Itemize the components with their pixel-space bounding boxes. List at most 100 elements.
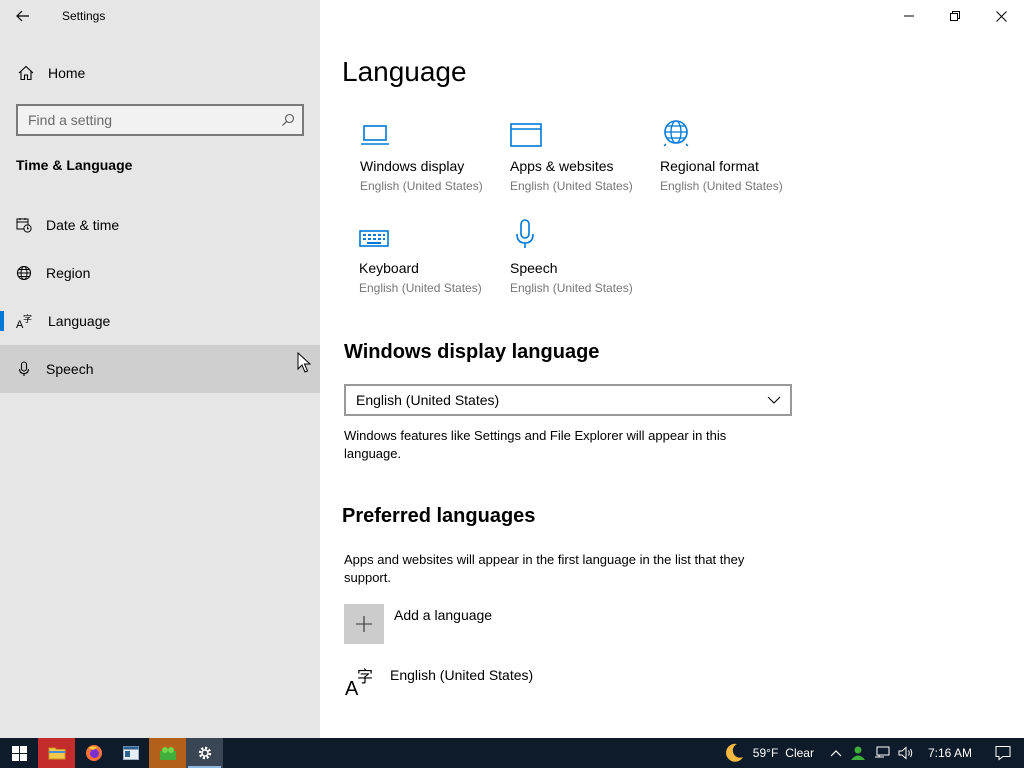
language-name: English (United States): [390, 667, 534, 683]
weather-condition: Clear: [785, 746, 814, 760]
sidebar-item-label: Region: [46, 265, 91, 281]
window-app-icon: [122, 746, 139, 760]
calendar-clock-icon: [16, 218, 32, 233]
taskbar-firefox[interactable]: [75, 738, 112, 768]
weather-temp: 59°F: [752, 746, 779, 760]
back-button[interactable]: [0, 0, 46, 32]
system-tray: 59°F Clear 7:16 AM: [719, 738, 1024, 768]
tray-volume-icon[interactable]: [894, 738, 918, 768]
taskbar: 59°F Clear 7:16 AM: [0, 738, 1024, 768]
tile-name: Regional format: [660, 158, 759, 174]
firefox-icon: [85, 745, 102, 761]
svg-text:字: 字: [23, 313, 32, 325]
tile-speech[interactable]: Speech English (United States): [510, 214, 660, 306]
notification-icon: [995, 746, 1011, 761]
home-icon: [18, 65, 34, 81]
tile-subtitle: English (United States): [360, 179, 483, 193]
restore-icon: [950, 11, 960, 21]
close-button[interactable]: [978, 0, 1024, 32]
volume-icon: [898, 746, 913, 760]
tile-name: Keyboard: [359, 260, 419, 276]
action-center-button[interactable]: [982, 738, 1024, 768]
sidebar-item-label: Date & time: [46, 217, 120, 233]
sidebar-item-language[interactable]: A字 Language: [0, 297, 320, 345]
microphone-icon: [516, 219, 534, 248]
tile-name: Apps & websites: [510, 158, 614, 174]
add-language-label: Add a language: [394, 607, 493, 623]
taskbar-app-window[interactable]: [112, 738, 149, 768]
taskbar-settings[interactable]: [186, 738, 223, 768]
moon-icon: [725, 743, 743, 762]
search-box[interactable]: [16, 104, 304, 136]
title-bar: Settings: [0, 0, 320, 32]
tray-network-icon[interactable]: [870, 738, 894, 768]
game-app-icon: [159, 747, 176, 760]
gear-icon: [198, 746, 211, 760]
search-input[interactable]: [28, 112, 274, 128]
language-list-item[interactable]: A字 English (United States): [344, 664, 533, 698]
selection-indicator: [0, 311, 4, 331]
preferred-languages-description: Apps and websites will appear in the fir…: [344, 552, 745, 585]
tile-regional-format[interactable]: Regional format English (United States): [660, 112, 810, 204]
language-icon: A字: [16, 313, 32, 329]
weather-widget[interactable]: 59°F Clear: [719, 738, 826, 768]
sidebar-item-date-time[interactable]: Date & time: [0, 201, 320, 249]
display-language-description: Windows features like Settings and File …: [344, 428, 727, 461]
svg-text:字: 字: [357, 667, 373, 686]
add-language-button[interactable]: Add a language: [344, 604, 492, 644]
plus-icon: [344, 604, 384, 644]
tile-subtitle: English (United States): [510, 179, 633, 193]
tile-subtitle: English (United States): [359, 281, 482, 295]
tile-apps-websites[interactable]: Apps & websites English (United States): [510, 112, 660, 204]
start-button[interactable]: [0, 738, 38, 768]
tile-subtitle: English (United States): [510, 281, 633, 295]
dropdown-value: English (United States): [356, 392, 500, 408]
taskbar-file-explorer[interactable]: [38, 738, 75, 768]
laptop-icon: [361, 125, 389, 145]
microphone-icon: [18, 361, 30, 376]
tile-keyboard[interactable]: Keyboard English (United States): [359, 214, 509, 306]
minimize-button[interactable]: [886, 0, 932, 32]
chevron-up-icon: [830, 750, 842, 757]
browser-window-icon: [510, 123, 542, 147]
sidebar-item-label: Speech: [46, 361, 94, 377]
folder-icon: [48, 747, 65, 760]
app-title: Settings: [62, 9, 106, 23]
windows-logo-icon: [11, 745, 27, 761]
page-title: Language: [342, 56, 467, 87]
mouse-cursor: [297, 352, 311, 373]
globe-icon: [663, 120, 689, 147]
sidebar-item-home[interactable]: Home: [0, 52, 320, 94]
section-title: Time & Language: [16, 157, 133, 173]
tile-name: Speech: [510, 260, 558, 276]
close-icon: [995, 10, 1007, 22]
show-hidden-icons-button[interactable]: [826, 738, 846, 768]
globe-icon: [16, 265, 32, 281]
preferred-languages-heading: Preferred languages: [342, 505, 536, 527]
tile-name: Windows display: [360, 158, 465, 174]
display-language-dropdown[interactable]: English (United States): [344, 384, 792, 416]
tile-windows-display[interactable]: Windows display English (United States): [360, 112, 510, 204]
tray-user-icon[interactable]: [846, 738, 870, 768]
chevron-down-icon: [758, 396, 790, 404]
minimize-icon: [904, 15, 914, 17]
sidebar-item-region[interactable]: Region: [0, 249, 320, 297]
window-controls: [886, 0, 1024, 32]
sidebar: Settings Home Time & Language Date & tim…: [0, 0, 320, 738]
network-icon: [874, 746, 890, 758]
clock-time: 7:16 AM: [927, 746, 972, 760]
taskbar-game-app[interactable]: [149, 738, 186, 768]
sidebar-item-label: Language: [48, 313, 111, 329]
tile-subtitle: English (United States): [660, 179, 783, 193]
home-label: Home: [48, 65, 86, 81]
user-app-icon: [850, 746, 865, 760]
display-language-heading: Windows display language: [344, 341, 600, 363]
language-icon: A字: [345, 667, 373, 698]
search-icon[interactable]: [274, 113, 302, 127]
restore-button[interactable]: [932, 0, 978, 32]
keyboard-icon: [359, 230, 389, 247]
clock[interactable]: 7:16 AM: [918, 738, 982, 768]
back-arrow-icon: [16, 10, 29, 22]
sidebar-item-speech[interactable]: Speech: [0, 345, 320, 393]
main-content: Language Windows display English (United…: [320, 0, 1024, 738]
